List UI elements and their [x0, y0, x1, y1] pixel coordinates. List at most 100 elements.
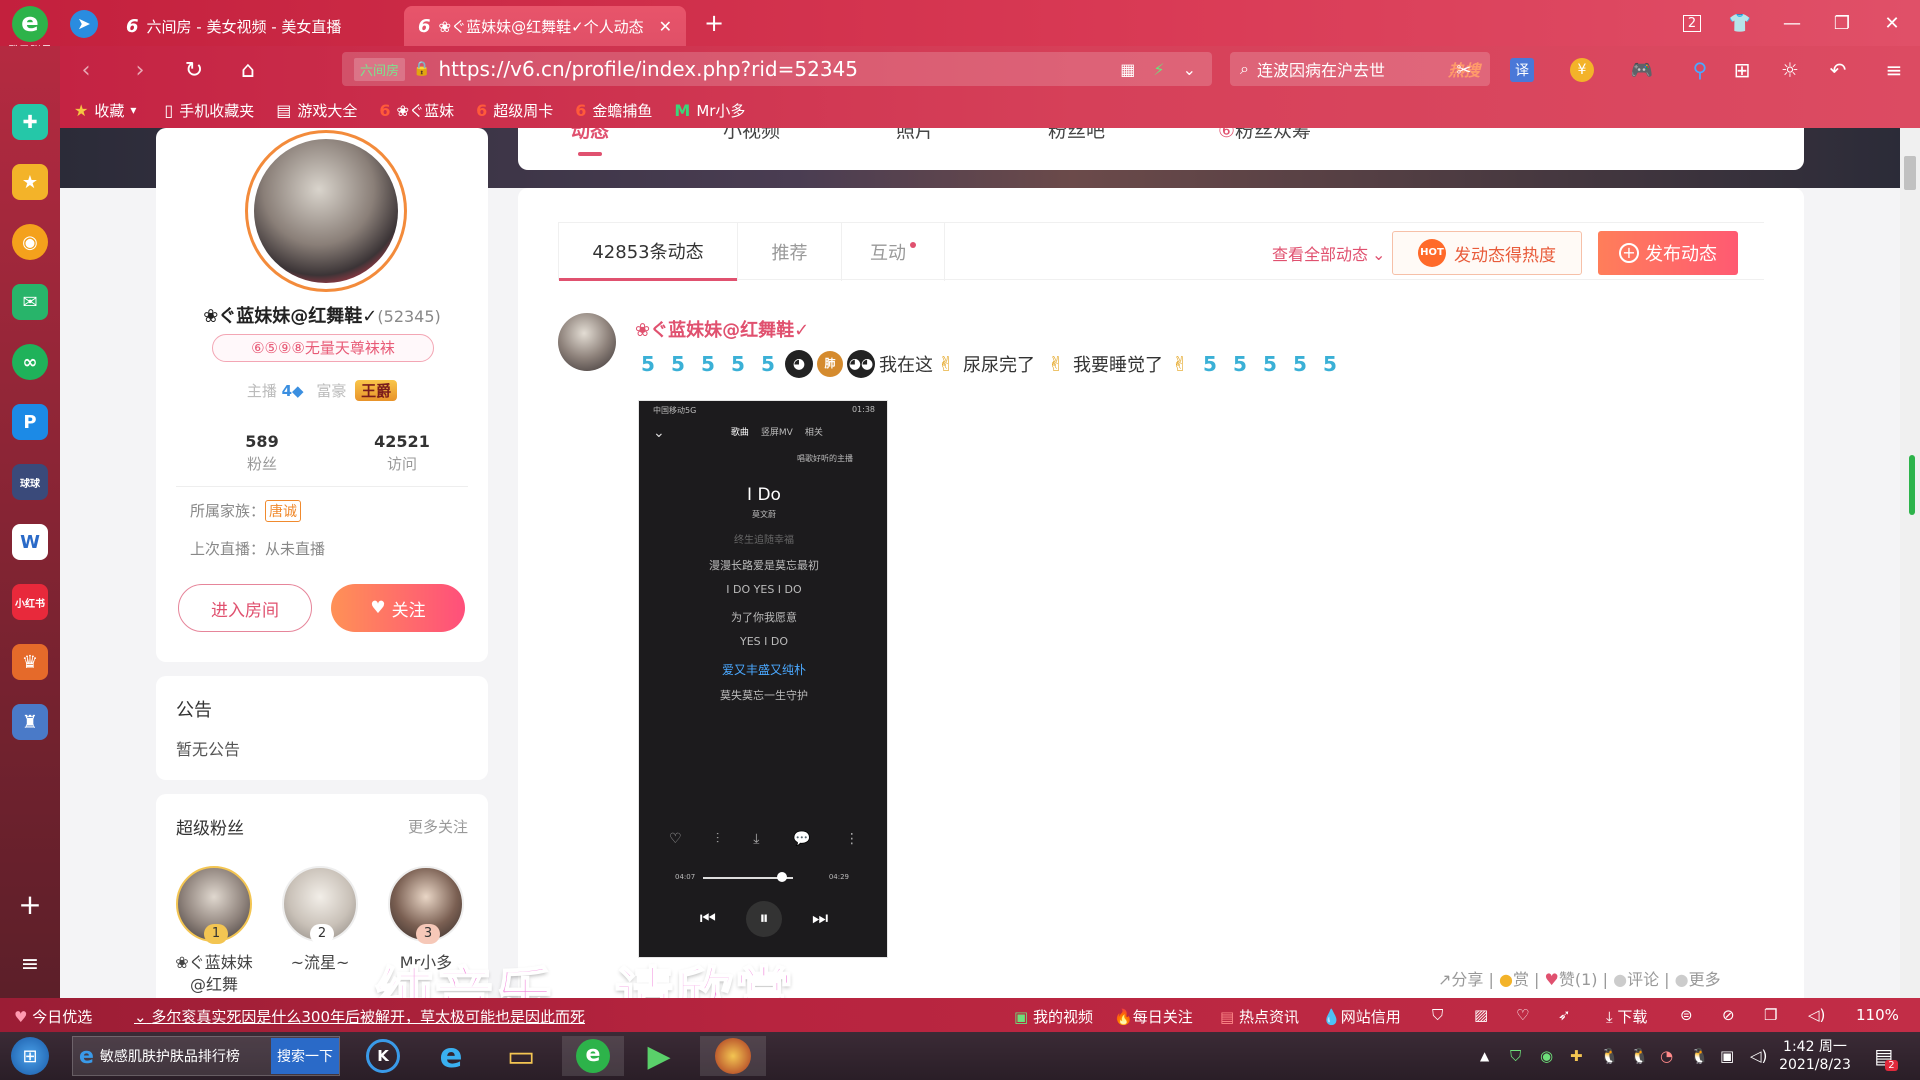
money-icon[interactable]: ¥	[1570, 58, 1594, 82]
add-app-icon[interactable]: +	[12, 886, 48, 922]
scissors-icon[interactable]: ✂	[1450, 56, 1478, 84]
skin-icon[interactable]: 👕	[1722, 8, 1758, 38]
hot-news[interactable]: ▤ 热点资讯	[1220, 1006, 1299, 1027]
p-app-icon[interactable]: P	[12, 404, 48, 440]
tray-network-icon[interactable]: ▣	[1720, 1036, 1734, 1076]
game-app-icon[interactable]	[700, 1036, 766, 1076]
link-icon[interactable]: ∞	[12, 344, 48, 380]
tab-close-icon[interactable]: ✕	[659, 17, 672, 36]
address-bar[interactable]: 六间房 🔒 https://v6.cn/profile/index.php?ri…	[342, 52, 1212, 86]
comment-action[interactable]: ●评论	[1613, 970, 1659, 989]
tray-volume-icon[interactable]: ◁)	[1750, 1036, 1767, 1076]
page-scrollbar[interactable]	[1900, 128, 1920, 998]
undo-icon[interactable]: ↶	[1824, 56, 1852, 84]
weibo-icon[interactable]: ◉	[12, 224, 48, 260]
minimize-button[interactable]: —	[1774, 8, 1810, 38]
tab-photos[interactable]: 照片	[896, 128, 934, 143]
zoom-level[interactable]: 110%	[1856, 1006, 1899, 1024]
window-icon[interactable]: ❐	[1764, 1006, 1777, 1024]
news-ticker[interactable]: ⌄ 多尔衮真实死因是什么300年后被解开，草太极可能也是因此而死	[134, 1006, 585, 1027]
tab-recommend[interactable]: 推荐	[737, 223, 841, 281]
super-fan-item[interactable]: 2 ~流星~	[280, 866, 360, 974]
k-app-icon[interactable]: K	[356, 1036, 410, 1076]
my-videos[interactable]: ▣ 我的视频	[1014, 1006, 1093, 1027]
progress-thumb[interactable]	[777, 872, 787, 882]
forward-icon[interactable]: ›	[126, 56, 154, 84]
red-app-icon[interactable]: 小红书	[12, 584, 48, 620]
tab-feed[interactable]: 动态	[571, 128, 609, 143]
site-credit[interactable]: 💧网站信用	[1322, 1006, 1401, 1027]
tray-browser-icon[interactable]: ◉	[1540, 1036, 1553, 1076]
fans-stat[interactable]: 589 粉丝	[202, 432, 322, 474]
player-tab[interactable]: 相关	[805, 428, 823, 438]
rocket-icon[interactable]: ➶	[1558, 1006, 1571, 1024]
word-icon[interactable]: W	[12, 524, 48, 560]
speed-icon[interactable]: ⚡	[1153, 60, 1164, 79]
new-tab-button[interactable]: +	[696, 8, 732, 38]
tab-short-video[interactable]: 小视频	[723, 128, 780, 143]
more-follow-link[interactable]: 更多关注	[408, 816, 468, 837]
enter-room-button[interactable]: 进入房间	[178, 584, 312, 632]
notification-icon[interactable]: ▤ 2	[1866, 1036, 1906, 1076]
star-icon[interactable]: ★	[12, 164, 48, 200]
next-icon[interactable]: ⏭	[812, 908, 828, 929]
main-menu-icon[interactable]: ≡	[1880, 56, 1908, 84]
post-image[interactable]: 中国移动5G 01:38 ⌄ 歌曲 竖屏MV 相关 唱歌好听的主播 I Do 莫文蔚 …	[638, 400, 888, 958]
image-icon[interactable]: ▨	[1474, 1006, 1488, 1024]
tab-fan-forum[interactable]: 粉丝吧	[1048, 128, 1105, 143]
cache-icon[interactable]: ⊘	[1722, 1006, 1735, 1024]
tray-qq2-icon[interactable]: 🐧	[1630, 1036, 1649, 1076]
browser-app-icon[interactable]: e	[562, 1036, 624, 1076]
post-author-name[interactable]: ❀ぐ蓝妹妹@红舞鞋✓	[635, 316, 809, 342]
pause-icon[interactable]: ⏸	[746, 901, 782, 937]
chevron-down-icon[interactable]: ⌄	[1183, 60, 1196, 79]
brightness-icon[interactable]: ☼	[1776, 56, 1804, 84]
heartbeat-icon[interactable]: ♡	[1516, 1006, 1529, 1024]
ie-app-icon[interactable]: e	[424, 1036, 478, 1076]
bookmark-mrxiaoduo[interactable]: M Mr小多	[674, 100, 745, 121]
menu-icon[interactable]: ≡	[12, 946, 48, 982]
player-app-icon[interactable]: ▶	[632, 1036, 686, 1076]
bookmark-weekcard[interactable]: 6 超级周卡	[476, 100, 553, 121]
tray-qq3-icon[interactable]: 🐧	[1690, 1036, 1709, 1076]
folder-icon[interactable]: ▭	[494, 1036, 548, 1076]
daily-follow[interactable]: 🔥每日关注	[1114, 1006, 1193, 1027]
bookmark-fish[interactable]: 6 金蟾捕鱼	[575, 100, 652, 121]
more-action[interactable]: ●更多	[1675, 970, 1721, 989]
game2-icon[interactable]: ♛	[12, 644, 48, 680]
download-status[interactable]: ⤓ 下载	[1606, 1006, 1647, 1027]
share-action[interactable]: ↗分享	[1438, 970, 1483, 989]
shield-icon[interactable]: ⛉	[1432, 1006, 1443, 1024]
plus-app-icon[interactable]: ✚	[12, 104, 48, 140]
tray-plus-icon[interactable]: ✚	[1570, 1036, 1583, 1076]
qr-icon[interactable]: ▦	[1120, 60, 1135, 79]
ie-search-task[interactable]: e 敏感肌肤护肤品排行榜 搜索一下	[72, 1036, 340, 1076]
post-author-avatar[interactable]	[558, 313, 616, 371]
clock[interactable]: 1:42 周一 2021/8/23	[1770, 1036, 1860, 1076]
restore-button[interactable]: ❐	[1824, 8, 1860, 38]
tab-all-posts[interactable]: 42853条动态	[559, 223, 737, 281]
follow-button[interactable]: ♥ 关注	[331, 584, 465, 632]
tray-expand-icon[interactable]: ▲	[1480, 1036, 1489, 1076]
tab-profile[interactable]: 6 ❀ぐ蓝妹妹@红舞鞋✓个人动态 ✕	[404, 6, 686, 46]
profile-avatar[interactable]	[245, 130, 407, 292]
game-app-icon[interactable]: 球球	[12, 464, 48, 500]
nav-arrow-icon[interactable]: ➤	[70, 10, 98, 38]
heat-button[interactable]: HOT 发动态得热度	[1392, 231, 1582, 275]
search-button[interactable]: 搜索一下	[271, 1038, 339, 1074]
magnifier-icon[interactable]: ⚲	[1686, 56, 1714, 84]
game3-icon[interactable]: ♜	[12, 704, 48, 740]
like-action[interactable]: ♥赞(1)	[1545, 970, 1598, 989]
daily-pick[interactable]: ♥ 今日优选	[14, 1006, 92, 1027]
view-all-dropdown[interactable]: 查看全部动态 ⌄	[1272, 241, 1385, 265]
tray-shield-icon[interactable]: ⛉	[1510, 1036, 1521, 1076]
tray-qq-icon[interactable]: 🐧	[1600, 1036, 1619, 1076]
tab-6rooms[interactable]: 6 六间房 - 美女视频 - 美女直播	[112, 6, 402, 46]
compat-icon[interactable]: ⊜	[1680, 1006, 1693, 1024]
family-tag[interactable]: 唐诚	[265, 500, 302, 522]
bookmark-profile[interactable]: 6 ❀ぐ蓝妹	[379, 100, 454, 121]
start-button[interactable]: ⊞	[8, 1036, 52, 1076]
tray-app-icon[interactable]: ◔	[1660, 1036, 1673, 1076]
green-scroll-indicator[interactable]	[1909, 455, 1915, 515]
super-fan-item[interactable]: 1 ❀ぐ蓝妹妹@红舞	[174, 866, 254, 996]
